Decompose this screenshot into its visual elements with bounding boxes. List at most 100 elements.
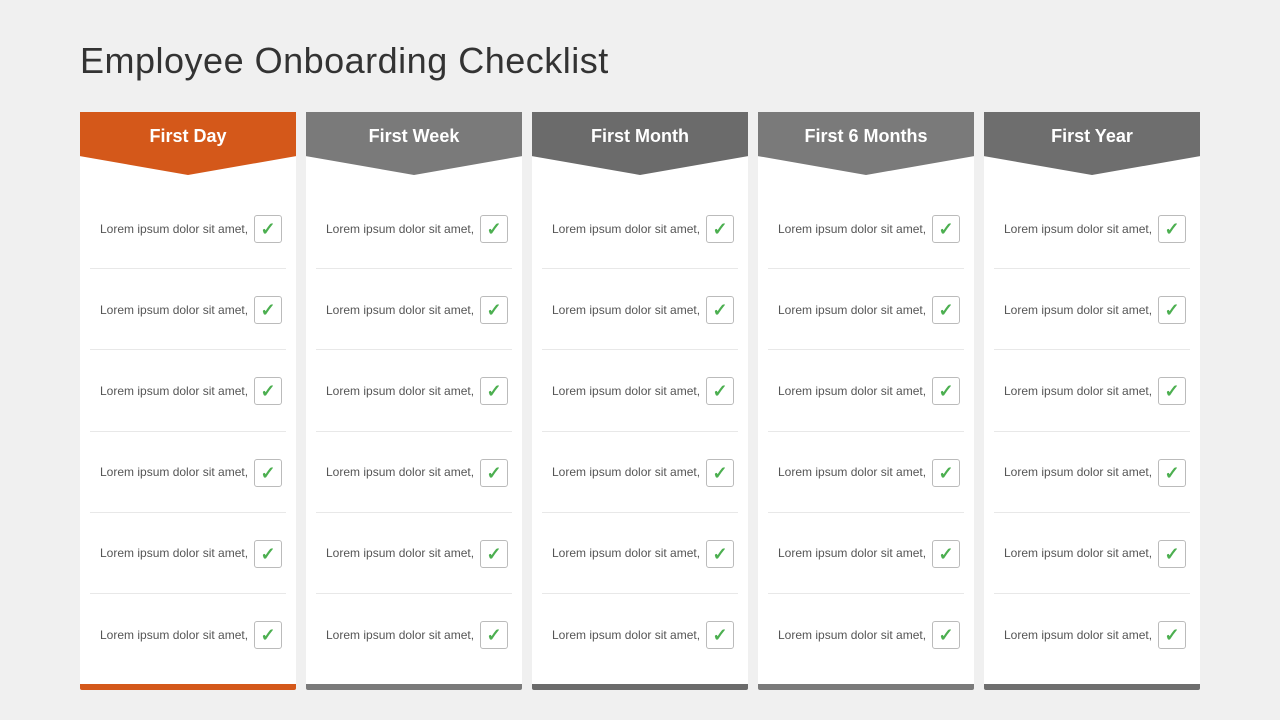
list-item: Lorem ipsum dolor sit amet,✓: [316, 190, 512, 269]
checkmark-icon: ✓: [1164, 626, 1179, 644]
checkbox[interactable]: ✓: [1158, 459, 1186, 487]
checkbox[interactable]: ✓: [254, 621, 282, 649]
column-first-year: First YearLorem ipsum dolor sit amet,✓Lo…: [984, 112, 1200, 690]
checkmark-icon: ✓: [260, 626, 275, 644]
column-body-first-day: Lorem ipsum dolor sit amet, ✓ Lorem ipsum …: [80, 170, 296, 684]
item-text: Lorem ipsum dolor sit amet,: [778, 302, 926, 319]
column-header-first-week: First Week: [306, 112, 522, 175]
item-text: Lorem ipsum dolor sit amet,: [100, 383, 248, 400]
checkbox[interactable]: ✓: [254, 459, 282, 487]
checkbox[interactable]: ✓: [706, 215, 734, 243]
checkmark-icon: ✓: [1164, 382, 1179, 400]
checkmark-icon: ✓: [260, 301, 275, 319]
item-text: Lorem ipsum dolor sit amet,: [326, 545, 474, 562]
column-first-month: First MonthLorem ipsum dolor sit amet,✓L…: [532, 112, 748, 690]
list-item: Lorem ipsum dolor sit amet, ✓: [768, 352, 964, 431]
checkmark-icon: ✓: [1164, 220, 1179, 238]
item-text: Lorem ipsum dolor sit amet,: [326, 302, 474, 319]
checkbox[interactable]: ✓: [706, 621, 734, 649]
column-first-week: First WeekLorem ipsum dolor sit amet,✓Lo…: [306, 112, 522, 690]
checkmark-icon: ✓: [260, 220, 275, 238]
column-body-first-month: Lorem ipsum dolor sit amet, ✓ Lorem ipsum …: [532, 170, 748, 684]
list-item: Lorem ipsum dolor sit amet, ✓: [316, 434, 512, 513]
checkbox[interactable]: ✓: [932, 459, 960, 487]
item-text: Lorem ipsum dolor sit amet,: [1004, 545, 1152, 562]
checkmark-icon: ✓: [938, 301, 953, 319]
checkbox[interactable]: ✓: [1158, 621, 1186, 649]
checkmark-icon: ✓: [1164, 301, 1179, 319]
checkbox[interactable]: ✓: [706, 540, 734, 568]
column-header-first-6-months: First 6 Months: [758, 112, 974, 175]
list-item: Lorem ipsum dolor sit amet, ✓: [90, 190, 286, 269]
item-text: Lorem ipsum dolor sit amet,: [552, 383, 700, 400]
checkbox[interactable]: ✓: [932, 377, 960, 405]
item-text: Lorem ipsum dolor sit amet,: [552, 302, 700, 319]
checkmark-icon: ✓: [486, 464, 501, 482]
checkbox[interactable]: ✓: [254, 296, 282, 324]
list-item: Lorem ipsum dolor sit amet, ✓: [542, 515, 738, 594]
checkmark-icon: ✓: [712, 301, 727, 319]
item-text: Lorem ipsum dolor sit amet,: [100, 302, 248, 319]
checkbox[interactable]: ✓: [932, 215, 960, 243]
checkbox[interactable]: ✓: [932, 621, 960, 649]
checkbox[interactable]: ✓: [706, 296, 734, 324]
column-footer-first-week: [306, 684, 522, 690]
checkbox[interactable]: ✓: [480, 540, 508, 568]
column-footer-first-6-months: [758, 684, 974, 690]
column-footer-first-day: [80, 684, 296, 690]
item-text: Lorem ipsum dolor sit amet,: [778, 383, 926, 400]
checkbox[interactable]: ✓: [480, 215, 508, 243]
checkmark-icon: ✓: [260, 382, 275, 400]
checkmark-icon: ✓: [260, 545, 275, 563]
checkmark-icon: ✓: [938, 382, 953, 400]
item-text: Lorem ipsum dolor sit amet,: [552, 221, 700, 238]
list-item: Lorem ipsum dolor sit amet, ✓: [542, 271, 738, 350]
checkbox[interactable]: ✓: [480, 377, 508, 405]
item-text: Lorem ipsum dolor sit amet,: [778, 545, 926, 562]
checkbox[interactable]: ✓: [254, 215, 282, 243]
list-item: Lorem ipsum dolor sit amet, ✓: [316, 515, 512, 594]
checkbox[interactable]: ✓: [706, 377, 734, 405]
column-footer-first-year: [984, 684, 1200, 690]
column-body-first-year: Lorem ipsum dolor sit amet, ✓ Lorem ipsum …: [984, 170, 1200, 684]
checkmark-icon: ✓: [938, 220, 953, 238]
checkbox[interactable]: ✓: [254, 377, 282, 405]
checkmark-icon: ✓: [712, 382, 727, 400]
columns-container: First DayLorem ipsum dolor sit amet,✓Lor…: [80, 112, 1200, 690]
checkbox[interactable]: ✓: [480, 296, 508, 324]
checkbox[interactable]: ✓: [932, 296, 960, 324]
column-body-first-week: Lorem ipsum dolor sit amet, ✓ Lorem ipsum …: [306, 170, 522, 684]
list-item: Lorem ipsum dolor sit amet, ✓: [994, 515, 1190, 594]
checkbox[interactable]: ✓: [1158, 296, 1186, 324]
list-item: Lorem ipsum dolor sit amet, ✓: [994, 352, 1190, 431]
list-item: Lorem ipsum dolor sit amet,✓: [994, 596, 1190, 674]
list-item: Lorem ipsum dolor sit amet, ✓: [90, 352, 286, 431]
checkbox[interactable]: ✓: [480, 459, 508, 487]
list-item: Lorem ipsum dolor sit amet,✓: [90, 515, 286, 594]
list-item: Lorem ipsum dolor sit amet, ✓: [316, 271, 512, 350]
item-text: Lorem ipsum dolor sit amet,: [326, 464, 474, 481]
page-title: Employee Onboarding Checklist: [80, 40, 1200, 82]
column-footer-first-month: [532, 684, 748, 690]
checkbox[interactable]: ✓: [1158, 377, 1186, 405]
list-item: Lorem ipsum dolor sit amet,✓: [542, 596, 738, 674]
checkbox[interactable]: ✓: [1158, 215, 1186, 243]
item-text: Lorem ipsum dolor sit amet,: [778, 221, 926, 238]
list-item: Lorem ipsum dolor sit amet,✓: [768, 434, 964, 513]
column-header-first-day: First Day: [80, 112, 296, 175]
list-item: Lorem ipsum dolor sit amet,✓: [316, 596, 512, 674]
checkbox[interactable]: ✓: [706, 459, 734, 487]
item-text: Lorem ipsum dolor sit amet,: [552, 464, 700, 481]
item-text: Lorem ipsum dolor sit amet,: [100, 221, 248, 238]
checkbox[interactable]: ✓: [932, 540, 960, 568]
list-item: Lorem ipsum dolor sit amet, ✓: [90, 434, 286, 513]
item-text: Lorem ipsum dolor sit amet,: [552, 545, 700, 562]
checkbox[interactable]: ✓: [480, 621, 508, 649]
checkmark-icon: ✓: [486, 220, 501, 238]
checkmark-icon: ✓: [712, 545, 727, 563]
checkbox[interactable]: ✓: [254, 540, 282, 568]
item-text: Lorem ipsum dolor sit amet,: [1004, 383, 1152, 400]
item-text: Lorem ipsum dolor sit amet,: [1004, 464, 1152, 481]
checkbox[interactable]: ✓: [1158, 540, 1186, 568]
item-text: Lorem ipsum dolor sit amet,: [100, 464, 248, 481]
